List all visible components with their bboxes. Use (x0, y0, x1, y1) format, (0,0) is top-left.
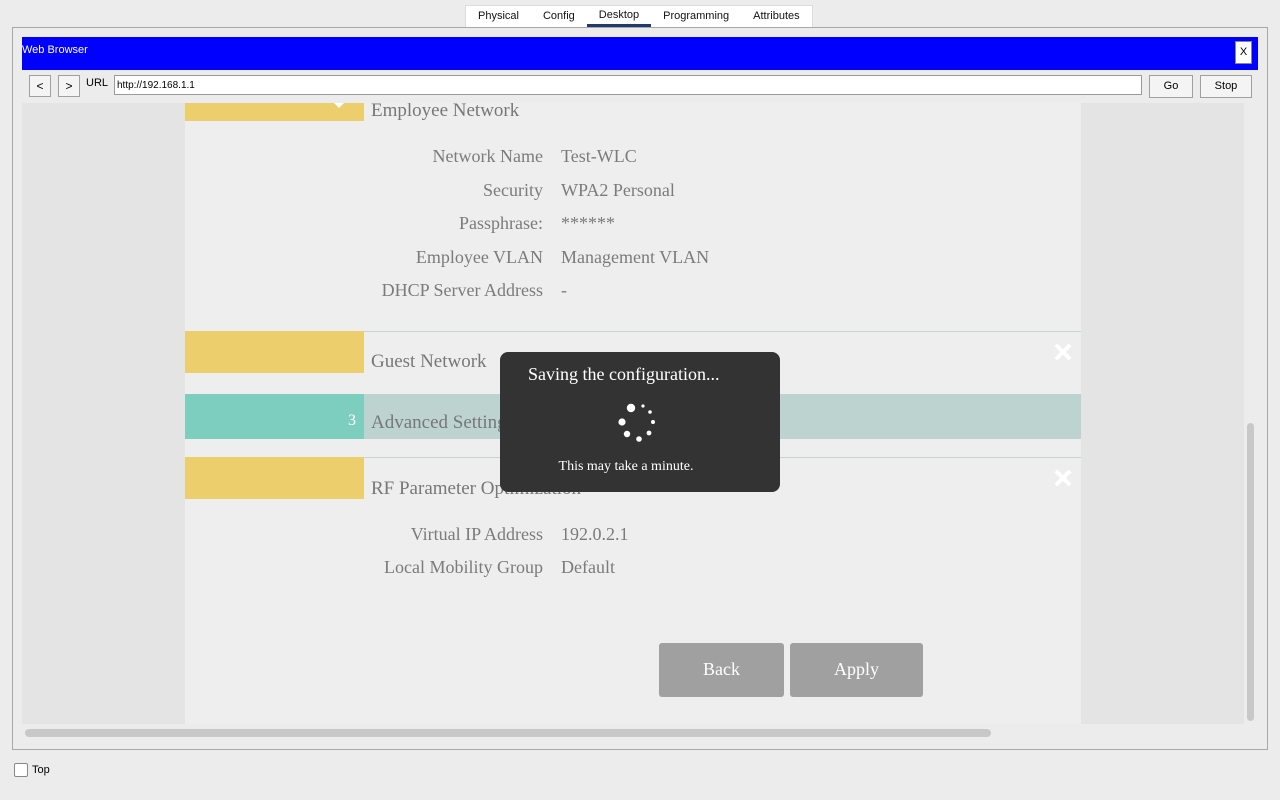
tab-config[interactable]: Config (531, 6, 587, 27)
tab-physical[interactable]: Physical (466, 6, 531, 27)
modal-title: Saving the configuration... (528, 364, 720, 384)
guest-network-title: Guest Network (371, 351, 487, 372)
forward-nav-button[interactable]: > (58, 75, 80, 97)
close-icon[interactable] (1054, 343, 1072, 361)
vertical-scrollbar[interactable] (1244, 103, 1258, 724)
employee-network-header[interactable]: Employee Network (185, 103, 1081, 121)
field-label: Employee VLAN (415, 247, 543, 267)
tab-desktop[interactable]: Desktop (586, 6, 652, 27)
saving-modal: Saving the configuration... This may tak… (500, 352, 780, 492)
advanced-settings-title: Advanced Settings (371, 412, 515, 433)
field-label: Network Name (432, 146, 543, 166)
browser-title: Web Browser (22, 44, 88, 56)
field-label: Passphrase: (459, 213, 543, 233)
field-label: Local Mobility Group (384, 557, 543, 577)
field-value: Test-WLC (561, 146, 637, 166)
url-input[interactable] (114, 75, 1142, 95)
field-value: 192.0.2.1 (561, 524, 629, 544)
apply-button[interactable]: Apply (790, 643, 923, 697)
field-value: ****** (561, 213, 615, 233)
field-value: - (561, 280, 567, 300)
field-value: Management VLAN (561, 247, 710, 267)
tab-attributes[interactable]: Attributes (741, 6, 811, 27)
step-number: 3 (348, 412, 356, 429)
field-label: DHCP Server Address (381, 280, 543, 300)
url-label: URL (86, 77, 109, 89)
back-nav-button[interactable]: < (29, 75, 51, 97)
device-tabs: Physical Config Desktop Programming Attr… (465, 5, 813, 27)
stop-button[interactable]: Stop (1200, 75, 1252, 98)
go-button[interactable]: Go (1149, 75, 1193, 98)
close-button[interactable]: X (1235, 41, 1252, 64)
field-value: Default (561, 557, 615, 577)
top-label: Top (32, 764, 50, 776)
close-icon[interactable] (1054, 469, 1072, 487)
horizontal-scrollbar[interactable] (22, 726, 1258, 740)
tab-programming[interactable]: Programming (651, 6, 741, 27)
browser-titlebar: Web Browser X (22, 37, 1258, 70)
scroll-thumb[interactable] (25, 729, 991, 737)
scroll-thumb[interactable] (1247, 423, 1254, 721)
modal-subtitle: This may take a minute. (558, 459, 694, 474)
field-value: WPA2 Personal (561, 180, 675, 200)
chevron-down-icon (334, 103, 344, 108)
loading-spinner-icon (618, 403, 655, 442)
back-button[interactable]: Back (659, 643, 784, 697)
employee-network-title: Employee Network (371, 103, 520, 121)
field-label: Security (483, 180, 543, 200)
field-label: Virtual IP Address (410, 524, 543, 544)
top-checkbox[interactable] (14, 763, 28, 777)
